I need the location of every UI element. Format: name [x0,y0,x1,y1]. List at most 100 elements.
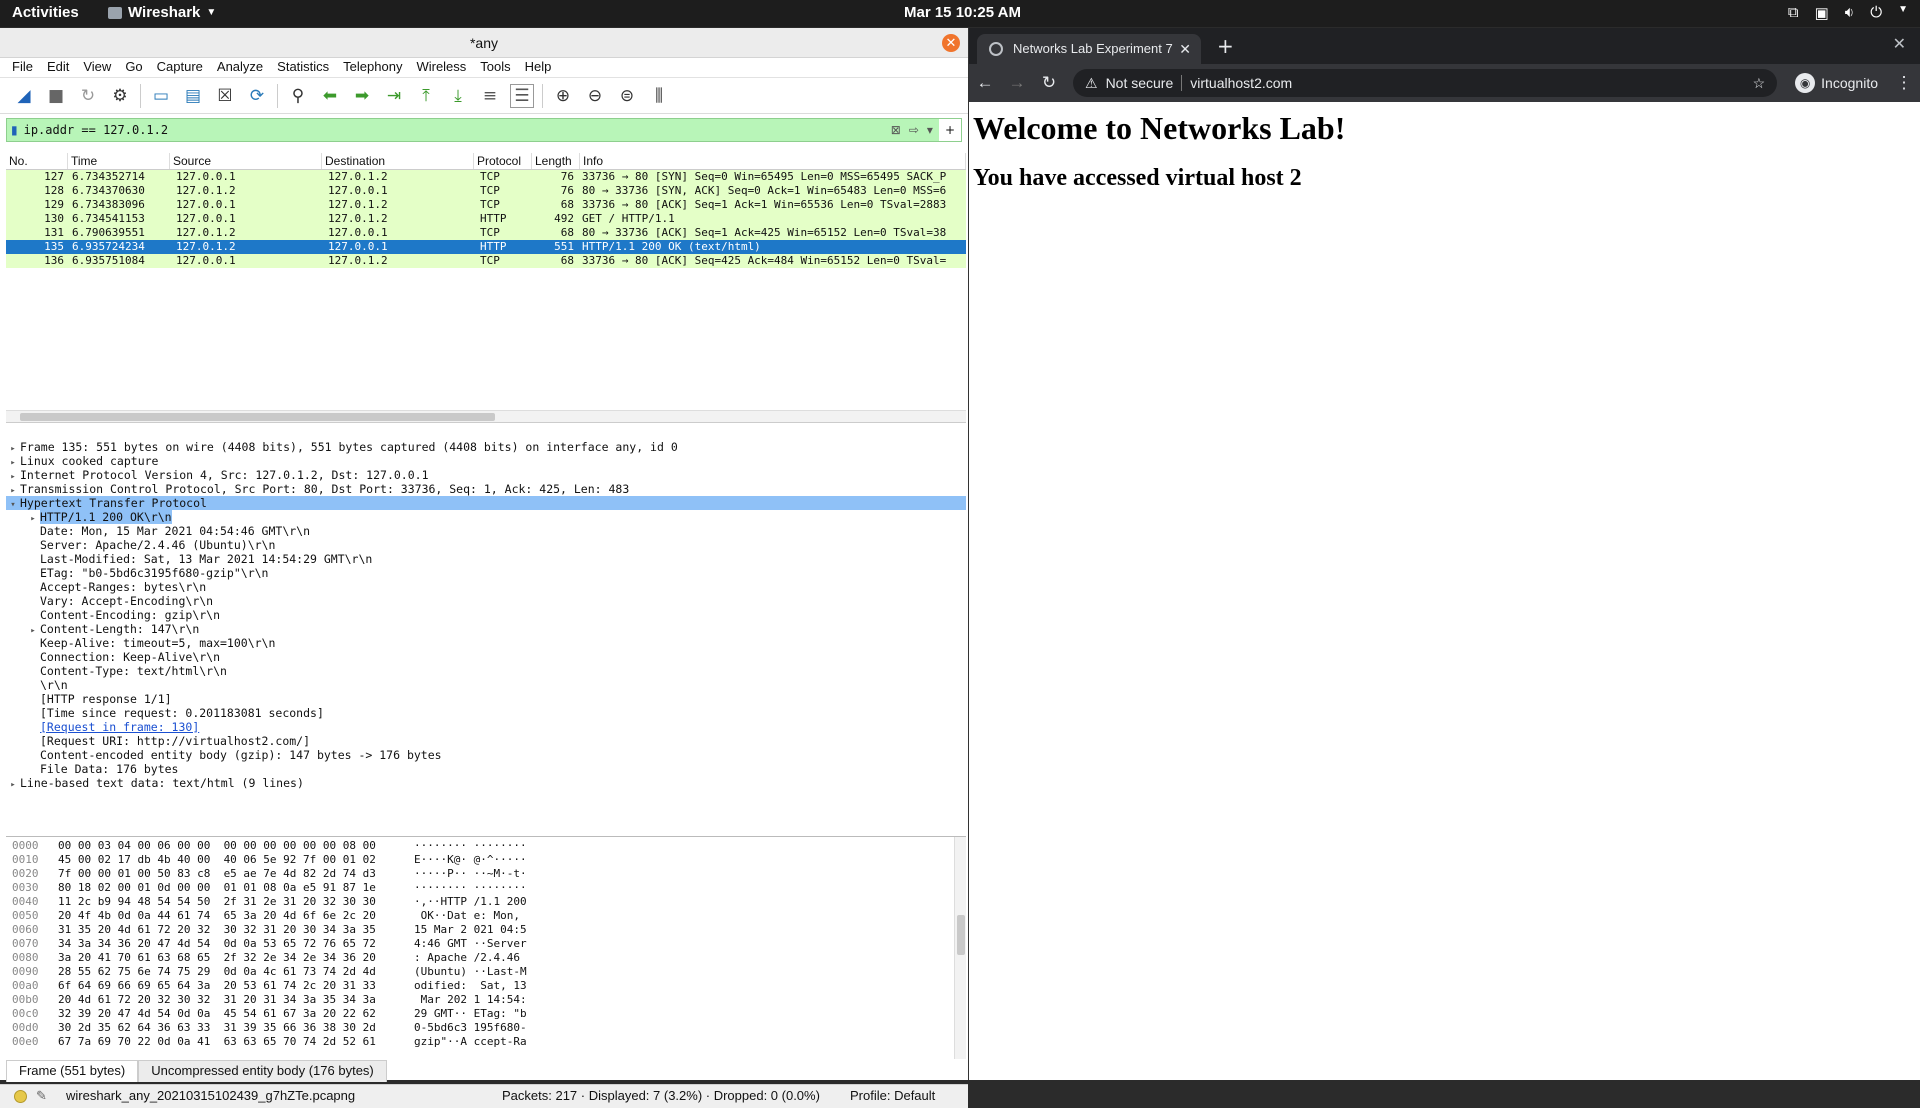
url-text[interactable]: virtualhost2.com [1190,75,1292,91]
hex-row[interactable]: 0030 80 18 02 00 01 0d 00 00 01 01 08 0a … [6,881,966,895]
detail-row[interactable]: Content-Type: text/html\r\n [6,664,966,678]
detail-row[interactable]: ▾ Hypertext Transfer Protocol [6,496,966,510]
detail-row[interactable]: [Time since request: 0.201183081 seconds… [6,706,966,720]
clock[interactable]: Mar 15 10:25 AM [904,4,1021,21]
menu-file[interactable]: File [12,58,33,77]
clear-filter-icon[interactable]: ⊠ [891,123,901,137]
go-back-icon[interactable]: ⬅ [318,84,342,108]
hex-row[interactable]: 0000 00 00 03 04 00 06 00 00 00 00 00 00 … [6,839,966,853]
horizontal-scrollbar[interactable] [6,410,966,422]
warning-icon[interactable]: ⚠ [1085,75,1098,92]
detail-row[interactable]: ▸ Internet Protocol Version 4, Src: 127.0… [6,468,966,482]
detail-row[interactable]: Keep-Alive: timeout=5, max=100\r\n [6,636,966,650]
packet-row[interactable]: 136 6.935751084 127.0.0.1 127.0.1.2 TCP 68 337… [6,254,966,268]
hex-row[interactable]: 0070 34 3a 34 36 20 47 4d 54 0d 0a 53 65 … [6,937,966,951]
hex-row[interactable]: 0040 11 2c b9 94 48 54 54 50 2f 31 2e 31 … [6,895,966,909]
hex-row[interactable]: 0010 45 00 02 17 db 4b 40 00 40 06 5e 92 … [6,853,966,867]
column-info[interactable]: Info [580,153,966,169]
new-tab-icon[interactable]: + [1217,34,1234,58]
hex-row[interactable]: 00d0 30 2d 35 62 64 36 63 33 31 39 35 66 … [6,1021,966,1035]
menu-tools[interactable]: Tools [480,58,510,77]
reload-file-icon[interactable]: ⟳ [245,84,269,108]
add-filter-button-icon[interactable]: + [938,119,961,141]
go-first-icon[interactable]: ⤒ [414,84,438,108]
detail-row[interactable]: Server: Apache/2.4.46 (Ubuntu)\r\n [6,538,966,552]
detail-row[interactable]: [HTTP response 1/1] [6,692,966,706]
app-menu-button[interactable]: Wireshark ▼ [108,4,216,21]
not-secure-label[interactable]: Not secure [1106,75,1174,91]
display-filter-bar[interactable]: ▮ ip.addr == 127.0.1.2 ⊠ ⇨ ▾ + [6,118,962,142]
detail-row[interactable]: ▸ Linux cooked capture [6,454,966,468]
detail-row[interactable]: Content-Encoding: gzip\r\n [6,608,966,622]
detail-row[interactable]: File Data: 176 bytes [6,762,966,776]
collapsed-arrow-icon[interactable]: ▸ [6,778,20,792]
packet-row[interactable]: 130 6.734541153 127.0.0.1 127.0.1.2 HTTP 492 G… [6,212,966,226]
hex-row[interactable]: 0080 3a 20 41 70 61 63 68 65 2f 32 2e 34 … [6,951,966,965]
hex-row[interactable]: 00a0 6f 64 69 66 69 65 64 3a 20 53 61 74 … [6,979,966,993]
forward-icon[interactable]: → [1001,73,1033,93]
reload-icon[interactable]: ↻ [1033,73,1065,93]
capture-options-icon[interactable]: ⚙ [108,84,132,108]
colorize-icon[interactable]: ☰ [510,83,534,108]
detail-row[interactable]: Date: Mon, 15 Mar 2021 04:54:46 GMT\r\n [6,524,966,538]
detail-row[interactable]: ▸ Content-Length: 147\r\n [6,622,966,636]
hex-row[interactable]: 00b0 20 4d 61 72 20 32 30 32 31 20 31 34 … [6,993,966,1007]
menu-telephony[interactable]: Telephony [343,58,402,77]
edit-comment-icon[interactable]: ✎ [36,1085,47,1107]
detail-row[interactable]: Connection: Keep-Alive\r\n [6,650,966,664]
detail-row[interactable]: Last-Modified: Sat, 13 Mar 2021 14:54:29… [6,552,966,566]
close-file-icon[interactable]: ☒ [213,84,237,108]
detail-row[interactable]: ETag: "b0-5bd6c3195f680-gzip"\r\n [6,566,966,580]
go-forward-icon[interactable]: ➡ [350,84,374,108]
hex-row[interactable]: 0060 31 35 20 4d 61 72 20 32 30 32 31 20 … [6,923,966,937]
column-protocol[interactable]: Protocol [474,153,532,169]
menu-capture[interactable]: Capture [157,58,203,77]
address-bar[interactable]: ⚠ Not secure virtualhost2.com ☆ [1073,69,1778,97]
go-to-packet-icon[interactable]: ⇥ [382,84,406,108]
bookmark-icon[interactable]: ▮ [11,123,18,137]
apply-filter-icon[interactable]: ⇨ [909,123,919,137]
go-last-icon[interactable]: ⤓ [446,84,470,108]
packet-row[interactable]: 129 6.734383096 127.0.0.1 127.0.1.2 TCP 68 337… [6,198,966,212]
column-length[interactable]: Length [532,153,580,169]
column-time[interactable]: Time [68,153,170,169]
hex-row[interactable]: 00c0 32 39 20 47 4d 54 0d 0a 45 54 61 67 … [6,1007,966,1021]
save-file-icon[interactable]: ▤ [181,84,205,108]
column-source[interactable]: Source [170,153,322,169]
window-titlebar[interactable]: *any ✕ [0,28,968,58]
menu-help[interactable]: Help [525,58,552,77]
packet-row[interactable]: 128 6.734370630 127.0.1.2 127.0.0.1 TCP 76 80 … [6,184,966,198]
more-menu-icon[interactable]: ⋮ [1888,73,1920,93]
hex-row[interactable]: 0050 20 4f 4b 0d 0a 44 61 74 65 3a 20 4d … [6,909,966,923]
restart-capture-icon[interactable]: ↻ [76,84,100,108]
back-icon[interactable]: ← [969,73,1001,93]
bookmark-star-icon[interactable]: ☆ [1753,75,1778,92]
close-icon[interactable]: ✕ [942,34,960,52]
hex-row[interactable]: 0090 28 55 62 75 6e 74 75 29 0d 0a 4c 61 … [6,965,966,979]
activities-button[interactable]: Activities [12,4,79,21]
hex-row[interactable]: 0020 7f 00 00 01 00 50 83 c8 e5 ae 7e 4d … [6,867,966,881]
zoom-reset-icon[interactable]: ⊜ [615,84,639,108]
zoom-out-icon[interactable]: ⊖ [583,84,607,108]
detail-row[interactable]: ▸ Line-based text data: text/html (9 line… [6,776,966,790]
menu-wireless[interactable]: Wireless [416,58,466,77]
menu-view[interactable]: View [83,58,111,77]
packet-row[interactable]: 135 6.935724234 127.0.1.2 127.0.0.1 HTTP 551 H… [6,240,966,254]
stop-capture-icon[interactable]: ■ [44,84,68,108]
close-tab-icon[interactable]: ✕ [1179,34,1191,64]
detail-row[interactable]: ▸ HTTP/1.1 200 OK\r\n [6,510,966,524]
detail-row[interactable]: [Request in frame: 130] [6,720,966,734]
start-capture-icon[interactable]: ◢ [12,84,36,108]
detail-row[interactable]: ▸ Frame 135: 551 bytes on wire (4408 bits… [6,440,966,454]
detail-row[interactable]: Vary: Accept-Encoding\r\n [6,594,966,608]
menu-go[interactable]: Go [125,58,142,77]
resize-columns-icon[interactable]: ⫼ [647,84,671,108]
browser-tab[interactable]: Networks Lab Experiment 7 ✕ [977,34,1201,64]
tab-frame-bytes[interactable]: Frame (551 bytes) [6,1060,139,1082]
open-file-icon[interactable]: ▭ [149,84,173,108]
expert-info-icon[interactable] [14,1090,27,1103]
menu-statistics[interactable]: Statistics [277,58,329,77]
system-tray[interactable]: ⧉ ▣ 🔉︎ ⏻ ▼ [1788,4,1908,22]
autoscroll-icon[interactable]: ≡ [478,84,502,108]
filter-history-icon[interactable]: ▾ [927,123,933,137]
